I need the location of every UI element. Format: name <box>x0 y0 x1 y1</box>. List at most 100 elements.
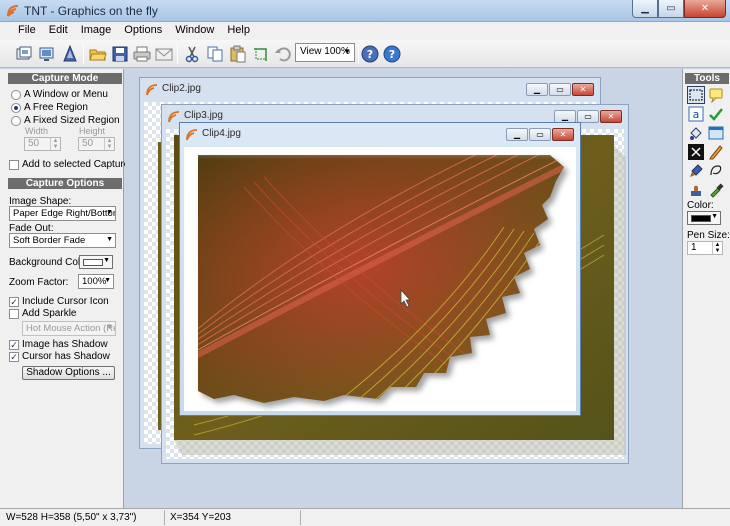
image-shadow-checkbox[interactable]: ✓ <box>9 340 19 350</box>
add-sparkle-label: Add Sparkle <box>22 308 77 319</box>
fill-tool[interactable] <box>687 124 705 142</box>
menu-window[interactable]: Window <box>167 22 219 40</box>
svg-text:a: a <box>693 108 700 121</box>
note-tool[interactable] <box>707 86 725 104</box>
image-shape-select[interactable]: Paper Edge Right/Bottom ▼ <box>9 206 116 221</box>
help-button[interactable]: ? <box>360 44 380 64</box>
email-button[interactable] <box>154 44 174 64</box>
radio-free-region[interactable] <box>11 103 21 113</box>
svg-text:?: ? <box>389 48 395 61</box>
check-tool[interactable] <box>707 105 725 123</box>
crop-button[interactable] <box>251 44 271 64</box>
cut-button[interactable] <box>182 44 202 64</box>
text-tool[interactable]: a <box>687 105 705 123</box>
color-swatch <box>83 259 103 266</box>
width-label: Width <box>25 126 49 136</box>
select-rect-tool[interactable] <box>687 86 705 104</box>
close-icon: ✕ <box>559 130 567 139</box>
document-workspace: Clip2.jpg ▁ ▭ ✕ Clip3.jpg ▁ ▭ ✕ Clip4.jp… <box>125 69 681 508</box>
tools-heading: Tools <box>685 73 729 84</box>
open-folder-icon <box>89 49 107 61</box>
chevron-down-icon: ▼ <box>343 47 351 56</box>
x-tool[interactable] <box>687 143 705 161</box>
height-spinner[interactable]: 50 ▲ ▼ <box>78 137 115 151</box>
maximize-icon: ▭ <box>556 85 564 94</box>
maximize-button[interactable]: ▭ <box>658 0 684 18</box>
minimize-icon: ▁ <box>513 130 521 139</box>
email-icon <box>155 48 173 61</box>
document-canvas[interactable] <box>184 147 576 411</box>
radio-fixed-region[interactable] <box>11 116 21 126</box>
save-button[interactable] <box>110 44 130 64</box>
doc-maximize-button[interactable]: ▭ <box>549 83 571 96</box>
lasso-tool[interactable] <box>707 162 725 180</box>
screen-button[interactable] <box>37 44 57 64</box>
capture-mode-heading: Capture Mode <box>8 73 122 84</box>
zoom-select[interactable]: View 100% ▼ <box>295 43 355 62</box>
height-value: 50 <box>82 138 94 149</box>
radio-window-or-menu[interactable] <box>11 90 21 100</box>
fade-out-value: Soft Border Fade <box>13 235 86 246</box>
brush-tool[interactable] <box>687 162 705 180</box>
paste-icon <box>230 45 246 63</box>
open-button[interactable] <box>88 44 108 64</box>
close-icon: ✕ <box>579 85 587 94</box>
stamp-tool[interactable] <box>687 181 705 199</box>
menu-help[interactable]: Help <box>219 22 255 40</box>
minimize-button[interactable]: ▁ <box>632 0 658 18</box>
add-to-selected-checkbox[interactable] <box>9 160 19 170</box>
about-button[interactable]: ? <box>382 44 402 64</box>
chevron-down-icon: ▼ <box>103 257 110 264</box>
document-titlebar[interactable]: Clip4.jpg ▁ ▭ ✕ <box>180 123 580 145</box>
document-title: Clip3.jpg <box>184 110 223 121</box>
pen-color-picker[interactable]: ▼ <box>687 211 721 225</box>
undo-icon <box>275 47 291 62</box>
include-cursor-checkbox[interactable]: ✓ <box>9 297 19 307</box>
document-titlebar[interactable]: Clip2.jpg ▁ ▭ ✕ <box>140 78 600 100</box>
pen-size-spinner[interactable]: 1 ▲ ▼ <box>687 241 723 255</box>
undo-button[interactable] <box>273 44 293 64</box>
close-icon: ✕ <box>607 112 615 121</box>
doc-minimize-button[interactable]: ▁ <box>526 83 548 96</box>
zoom-factor-select[interactable]: 100% ▼ <box>78 274 114 289</box>
pencil-tool[interactable] <box>707 143 725 161</box>
radio-window-or-menu-label: A Window or Menu <box>24 89 108 100</box>
document-window-clip4[interactable]: Clip4.jpg ▁ ▭ ✕ <box>179 122 581 416</box>
screen-icon <box>39 47 54 61</box>
copy-button[interactable] <box>205 44 225 64</box>
doc-close-button[interactable]: ✕ <box>552 128 574 141</box>
maximize-icon: ▭ <box>584 112 592 121</box>
window-title: TNT - Graphics on the fly <box>24 4 158 18</box>
doc-minimize-button[interactable]: ▁ <box>506 128 528 141</box>
menu-image[interactable]: Image <box>73 22 117 40</box>
toolbar: ? ? <box>0 40 730 68</box>
doc-maximize-button[interactable]: ▭ <box>529 128 551 141</box>
about-icon: ? <box>383 45 401 63</box>
wizard-button[interactable] <box>60 44 80 64</box>
doc-close-button[interactable]: ✕ <box>572 83 594 96</box>
cursor-shadow-checkbox[interactable]: ✓ <box>9 352 19 362</box>
doc-close-button[interactable]: ✕ <box>600 110 622 123</box>
print-button[interactable] <box>132 44 152 64</box>
width-spinner[interactable]: 50 ▲ ▼ <box>24 137 61 151</box>
captured-image <box>198 155 568 407</box>
height-label: Height <box>79 126 106 136</box>
window-tool[interactable] <box>707 124 725 142</box>
radio-free-region-label: A Free Region <box>24 102 88 113</box>
window-controls: ▁ ▭ ✕ <box>632 0 726 18</box>
sparkle-action-select[interactable]: Hot Mouse Action (Re ▼ <box>22 321 116 336</box>
capture-button[interactable] <box>14 44 34 64</box>
add-sparkle-checkbox[interactable] <box>9 309 19 319</box>
bg-color-picker[interactable]: ▼ <box>79 255 113 269</box>
paste-button[interactable] <box>228 44 248 64</box>
shadow-options-button[interactable]: Shadow Options ... <box>22 366 115 380</box>
menu-file[interactable]: File <box>10 22 41 40</box>
stamp-icon <box>691 185 701 196</box>
close-button[interactable]: ✕ <box>684 0 726 18</box>
fade-out-select[interactable]: Soft Border Fade ▼ <box>9 233 116 248</box>
menu-edit[interactable]: Edit <box>41 22 73 40</box>
pencil-icon <box>709 145 723 160</box>
chevron-down-icon: ▼ <box>106 236 113 243</box>
eyedropper-tool[interactable] <box>707 181 725 199</box>
menu-options[interactable]: Options <box>116 22 167 40</box>
